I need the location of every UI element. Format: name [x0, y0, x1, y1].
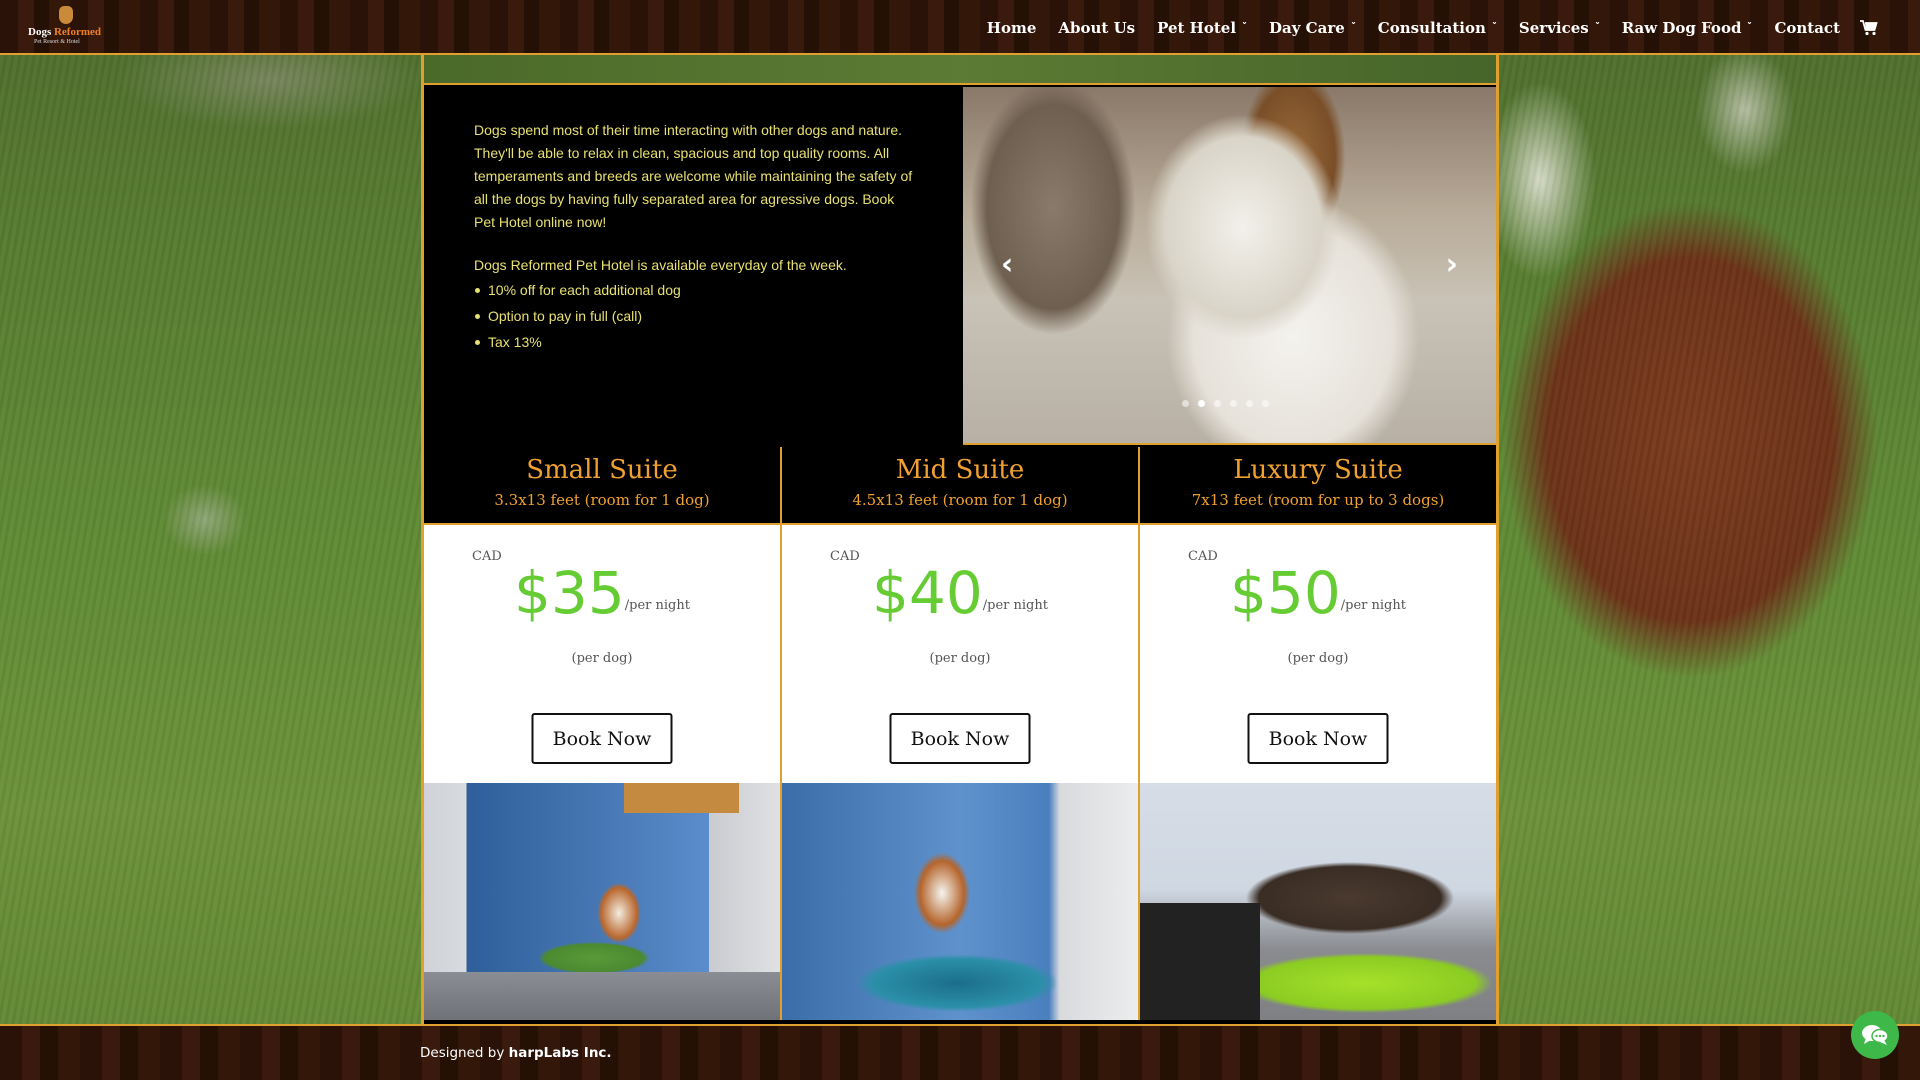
logo-text: Dogs Reformed — [28, 26, 102, 38]
nav-consultation[interactable]: Consultation ˅ — [1378, 19, 1498, 37]
chat-widget-button[interactable] — [1851, 1011, 1899, 1059]
nav-day-care[interactable]: Day Care ˅ — [1269, 19, 1357, 37]
slider-next-arrow-icon[interactable]: › — [1446, 247, 1458, 282]
price-box: CAD $50 /per night (per dog) Book Now — [1140, 525, 1496, 783]
small-suite-photo — [424, 783, 780, 1020]
book-now-button[interactable]: Book Now — [889, 713, 1031, 764]
chat-bubbles-icon — [1862, 1025, 1889, 1045]
top-banner-image — [424, 55, 1496, 85]
chevron-down-icon: ˅ — [1746, 22, 1754, 33]
slider-dot[interactable] — [1182, 400, 1189, 407]
price-box: CAD $40 /per night (per dog) Book Now — [782, 525, 1138, 783]
chevron-down-icon: ˅ — [1593, 22, 1601, 33]
price-row: $50 /per night — [1140, 563, 1496, 623]
slider-dot[interactable] — [1230, 400, 1237, 407]
nav-pet-hotel[interactable]: Pet Hotel ˅ — [1157, 19, 1248, 37]
main-nav: Home About Us Pet Hotel ˅ Day Care ˅ Consu… — [965, 0, 1920, 55]
currency-label: CAD — [472, 549, 502, 564]
slider-pagination — [1182, 400, 1269, 407]
currency-label: CAD — [830, 549, 860, 564]
list-item: 10% off for each additional dog — [475, 277, 913, 303]
availability-text: Dogs Reformed Pet Hotel is available eve… — [474, 257, 847, 273]
suite-header: Small Suite 3.3x13 feet (room for 1 dog) — [424, 447, 780, 525]
dog-logo-icon — [59, 6, 73, 24]
nav-contact[interactable]: Contact — [1774, 19, 1840, 37]
shopping-cart-icon[interactable] — [1860, 19, 1878, 36]
nav-home[interactable]: Home — [987, 19, 1037, 37]
suite-title: Small Suite — [526, 455, 678, 485]
site-header: Dogs Reformed Pet Resort & Hotel Home Ab… — [0, 0, 1920, 55]
price-amount: $40 — [872, 559, 983, 627]
suite-header: Mid Suite 4.5x13 feet (room for 1 dog) — [782, 447, 1138, 525]
logo-tagline: Pet Resort & Hotel — [34, 39, 80, 45]
suite-dimensions: 4.5x13 feet (room for 1 dog) — [852, 491, 1068, 509]
site-logo[interactable]: Dogs Reformed Pet Resort & Hotel — [28, 6, 108, 50]
currency-label: CAD — [1188, 549, 1218, 564]
slider-prev-arrow-icon[interactable]: ‹ — [1001, 247, 1013, 282]
slider-dot[interactable] — [1262, 400, 1269, 407]
footer-credit: Designed by harpLabs Inc. — [420, 1045, 612, 1061]
slider-dot[interactable] — [1214, 400, 1221, 407]
price-period: /per night — [624, 598, 690, 613]
price-row: $35 /per night — [424, 563, 780, 623]
pet-hotel-intro: Dogs spend most of their time interactin… — [424, 87, 963, 445]
price-box: CAD $35 /per night (per dog) Book Now — [424, 525, 780, 783]
suite-header: Luxury Suite 7x13 feet (room for up to 3… — [1140, 447, 1496, 525]
price-amount: $50 — [1230, 559, 1341, 627]
nav-about-us[interactable]: About Us — [1058, 19, 1135, 37]
price-period: /per night — [1340, 598, 1406, 613]
suite-title: Luxury Suite — [1233, 455, 1403, 485]
nav-raw-dog-food[interactable]: Raw Dog Food ˅ — [1622, 19, 1753, 37]
price-note: (per dog) — [571, 651, 633, 666]
suite-dimensions: 3.3x13 feet (room for 1 dog) — [494, 491, 710, 509]
suite-dimensions: 7x13 feet (room for up to 3 dogs) — [1191, 491, 1445, 509]
chevron-down-icon: ˅ — [1241, 22, 1248, 33]
nav-services[interactable]: Services ˅ — [1519, 19, 1601, 37]
suite-pricing-table: Small Suite 3.3x13 feet (room for 1 dog)… — [424, 447, 1496, 1020]
suite-title: Mid Suite — [895, 455, 1025, 485]
designer-link[interactable]: harpLabs Inc. — [509, 1045, 612, 1061]
book-now-button[interactable]: Book Now — [1247, 713, 1389, 764]
slider-dot[interactable] — [1246, 400, 1253, 407]
price-note: (per dog) — [1287, 651, 1349, 666]
site-footer: Designed by harpLabs Inc. — [0, 1024, 1920, 1080]
price-row: $40 /per night — [782, 563, 1138, 623]
book-now-button[interactable]: Book Now — [531, 713, 673, 764]
list-item: Tax 13% — [475, 329, 913, 355]
price-period: /per night — [982, 598, 1048, 613]
pricing-notes-list: 10% off for each additional dog Option t… — [475, 277, 913, 355]
chevron-down-icon: ˅ — [1350, 22, 1357, 33]
price-amount: $35 — [514, 559, 625, 627]
suite-card-small: Small Suite 3.3x13 feet (room for 1 dog)… — [424, 447, 782, 1020]
list-item: Option to pay in full (call) — [475, 303, 913, 329]
mid-suite-photo — [782, 783, 1138, 1020]
suite-card-mid: Mid Suite 4.5x13 feet (room for 1 dog) C… — [782, 447, 1140, 1020]
chevron-down-icon: ˅ — [1491, 22, 1498, 33]
price-note: (per dog) — [929, 651, 991, 666]
pet-hotel-panel: Dogs spend most of their time interactin… — [421, 55, 1499, 1025]
slider-dot-active[interactable] — [1198, 400, 1205, 407]
intro-paragraph: Dogs spend most of their time interactin… — [474, 122, 913, 230]
luxury-suite-photo — [1140, 783, 1496, 1020]
photo-slider: ‹ › — [963, 87, 1496, 445]
suite-card-luxury: Luxury Suite 7x13 feet (room for up to 3… — [1140, 447, 1496, 1020]
